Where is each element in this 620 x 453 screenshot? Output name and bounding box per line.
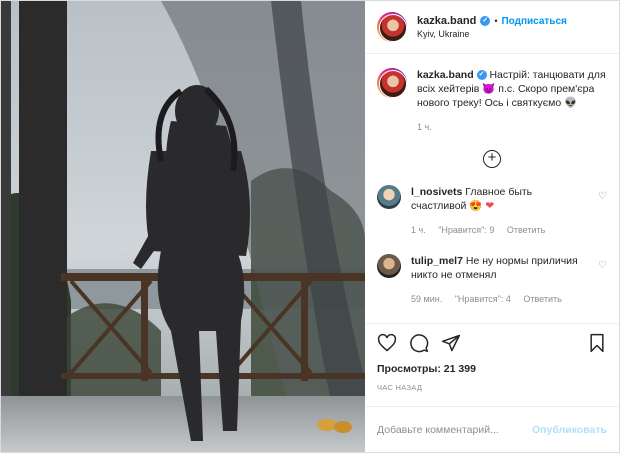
devil-emoji: 😈 xyxy=(482,83,496,95)
add-comment-bar: Добавьте комментарий... Опубликовать xyxy=(365,406,619,452)
views-count[interactable]: Просмотры: 21 399 xyxy=(365,363,619,375)
caption-username[interactable]: kazka.band xyxy=(417,69,474,81)
alien-emoji: 👽 xyxy=(564,97,578,109)
author-avatar[interactable] xyxy=(377,12,407,42)
balcony-floor xyxy=(1,396,365,452)
verified-badge-icon: ✓ xyxy=(480,16,491,26)
comment-time[interactable]: 59 мин. xyxy=(411,294,442,304)
video-frame-illustration xyxy=(1,1,365,452)
caption-time[interactable]: 1 ч. xyxy=(417,122,432,132)
share-icon[interactable] xyxy=(441,333,461,353)
commenter-avatar[interactable] xyxy=(377,185,401,209)
plus-circle-icon[interactable]: + xyxy=(483,150,501,168)
bookmark-icon[interactable] xyxy=(587,333,607,353)
post-video[interactable] xyxy=(1,1,365,452)
comment-username[interactable]: l_nosivets xyxy=(411,186,462,198)
action-bar xyxy=(365,323,619,361)
post-side-panel: kazka.band ✓ • Подписаться Kyiv, Ukraine… xyxy=(365,1,619,452)
reply-button[interactable]: Ответить xyxy=(523,294,561,304)
verified-badge-icon: ✓ xyxy=(476,70,487,81)
posted-time[interactable]: ЧАС НАЗАД xyxy=(365,383,619,392)
comment-time[interactable]: 1 ч. xyxy=(411,225,426,235)
comment-like-heart-icon[interactable]: ♡ xyxy=(598,191,607,202)
reply-button[interactable]: Ответить xyxy=(507,225,545,235)
post-header: kazka.band ✓ • Подписаться Kyiv, Ukraine xyxy=(365,1,619,54)
caption-avatar[interactable] xyxy=(377,68,407,98)
comment-item: l_nosivets Главное быть счастливой 😍 ❤ 1… xyxy=(377,185,607,237)
commenter-avatar[interactable] xyxy=(377,254,401,278)
red-heart-emoji: ❤ xyxy=(485,200,495,212)
comment-item: tulip_mel7 Не ну нормы приличия никто не… xyxy=(377,254,607,306)
comments-area[interactable]: kazka.band ✓ Настрій: танцювати для всіх… xyxy=(365,54,619,323)
instagram-post: kazka.band ✓ • Подписаться Kyiv, Ukraine… xyxy=(0,0,620,453)
comment-likes[interactable]: "Нравится": 9 xyxy=(438,225,494,235)
follow-button[interactable]: Подписаться xyxy=(501,16,566,27)
separator-dot: • xyxy=(494,16,498,26)
comment-username[interactable]: tulip_mel7 xyxy=(411,255,463,267)
door-frame-left xyxy=(19,1,67,452)
heart-eyes-emoji: 😍 xyxy=(469,200,483,212)
location-link[interactable]: Kyiv, Ukraine xyxy=(417,29,567,39)
comment-input[interactable]: Добавьте комментарий... xyxy=(377,424,532,436)
heart-icon[interactable] xyxy=(377,333,397,353)
caption: kazka.band ✓ Настрій: танцювати для всіх… xyxy=(377,68,607,134)
comment-icon[interactable] xyxy=(409,333,429,353)
publish-button[interactable]: Опубликовать xyxy=(532,424,607,436)
comment-like-heart-icon[interactable]: ♡ xyxy=(598,260,607,271)
comment-likes[interactable]: "Нравится": 4 xyxy=(455,294,511,304)
author-username[interactable]: kazka.band xyxy=(417,15,476,27)
